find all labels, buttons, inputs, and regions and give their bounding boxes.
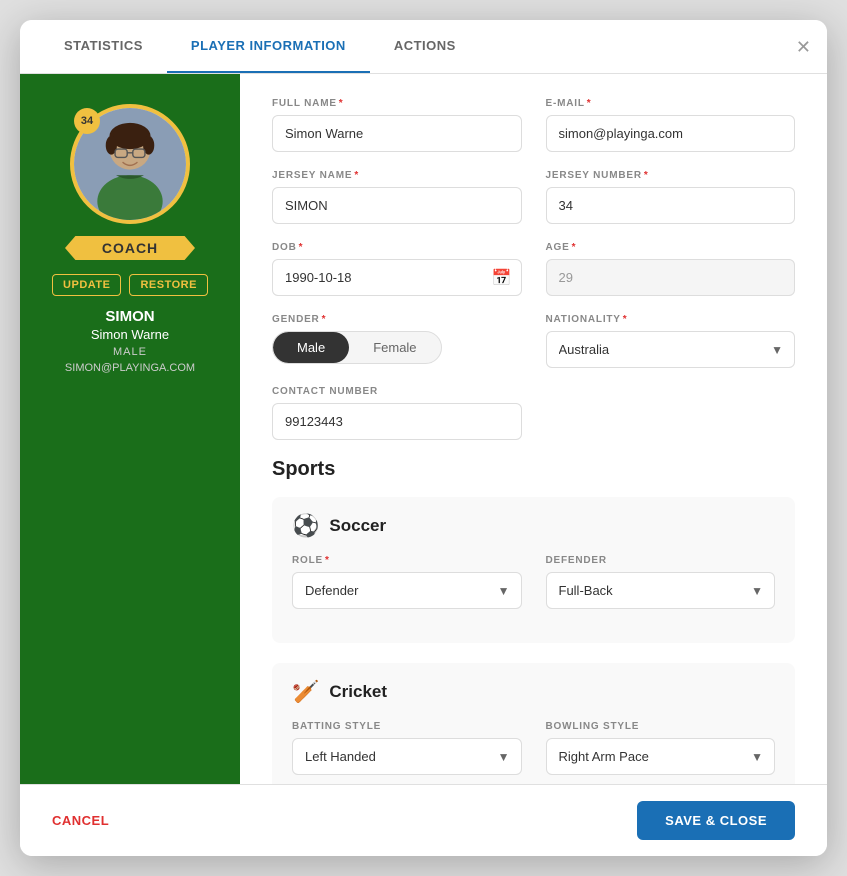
- tab-actions[interactable]: ACTIONS: [370, 20, 480, 73]
- gender-female-btn[interactable]: Female: [349, 332, 440, 363]
- soccer-name: Soccer: [329, 516, 386, 536]
- age-group: AGE*: [546, 242, 796, 296]
- nationality-select[interactable]: Australia: [546, 331, 796, 368]
- required-star: *: [325, 555, 330, 566]
- jersey-number-input[interactable]: [546, 187, 796, 224]
- bowling-style-group: BOWLING STYLE Right Arm Pace ▼: [546, 721, 776, 775]
- soccer-role-label: ROLE*: [292, 555, 522, 566]
- sidebar-actions: UPDATE RESTORE: [52, 274, 208, 296]
- required-star: *: [572, 242, 577, 253]
- soccer-role-select-wrapper: Defender ▼: [292, 572, 522, 609]
- full-name-group: FULL NAME*: [272, 98, 522, 152]
- contact-label: CONTACT NUMBER: [272, 386, 522, 397]
- save-close-button[interactable]: SAVE & CLOSE: [637, 801, 795, 840]
- gender-male-btn[interactable]: Male: [273, 332, 349, 363]
- dob-input-wrapper: 📅: [272, 259, 522, 296]
- sidebar-email: SIMON@PLAYINGA.COM: [65, 362, 195, 374]
- required-star: *: [322, 314, 327, 325]
- jersey-name-group: JERSEY NAME*: [272, 170, 522, 224]
- avatar-wrapper: 34: [70, 104, 190, 224]
- batting-style-select[interactable]: Left Handed: [292, 738, 522, 775]
- email-label: E-MAIL*: [546, 98, 796, 109]
- sidebar-fullname: Simon Warne: [91, 327, 169, 342]
- sidebar-username: SIMON: [105, 308, 154, 325]
- gender-group: GENDER* Male Female: [272, 314, 522, 368]
- dob-input[interactable]: [272, 259, 522, 296]
- jersey-number-label: JERSEY NUMBER*: [546, 170, 796, 181]
- dob-group: DOB* 📅: [272, 242, 522, 296]
- cricket-icon: 🏏: [292, 679, 319, 705]
- full-name-input[interactable]: [272, 115, 522, 152]
- soccer-card: ⚽ Soccer ROLE* Defender ▼: [272, 497, 795, 643]
- sidebar: 34: [20, 74, 240, 784]
- required-star: *: [339, 98, 344, 109]
- required-star: *: [644, 170, 649, 181]
- form-row-contact: CONTACT NUMBER: [272, 386, 795, 440]
- age-label: AGE*: [546, 242, 796, 253]
- dob-label: DOB*: [272, 242, 522, 253]
- nationality-group: NATIONALITY* Australia ▼: [546, 314, 796, 368]
- form-row-gender-nationality: GENDER* Male Female NATIONALITY* Austral…: [272, 314, 795, 368]
- modal: STATISTICS PLAYER INFORMATION ACTIONS ✕ …: [20, 20, 827, 856]
- bowling-style-label: BOWLING STYLE: [546, 721, 776, 732]
- main-content: FULL NAME* E-MAIL* JERSEY NAME*: [240, 74, 827, 784]
- modal-footer: CANCEL SAVE & CLOSE: [20, 784, 827, 856]
- jersey-name-label: JERSEY NAME*: [272, 170, 522, 181]
- cricket-name: Cricket: [329, 682, 387, 702]
- bowling-select-wrapper: Right Arm Pace ▼: [546, 738, 776, 775]
- email-group: E-MAIL*: [546, 98, 796, 152]
- age-input: [546, 259, 796, 296]
- tab-statistics[interactable]: STATISTICS: [40, 20, 167, 73]
- role-banner: COACH: [65, 236, 195, 260]
- jersey-name-input[interactable]: [272, 187, 522, 224]
- bowling-style-select[interactable]: Right Arm Pace: [546, 738, 776, 775]
- required-star: *: [587, 98, 592, 109]
- modal-body: 34: [20, 74, 827, 784]
- close-button[interactable]: ✕: [796, 38, 811, 56]
- soccer-position-select[interactable]: Full-Back: [546, 572, 776, 609]
- required-star: *: [299, 242, 304, 253]
- nationality-select-wrapper: Australia ▼: [546, 331, 796, 368]
- cancel-button[interactable]: CANCEL: [52, 813, 109, 828]
- contact-group: CONTACT NUMBER: [272, 386, 522, 440]
- soccer-header: ⚽ Soccer: [292, 513, 775, 539]
- sidebar-gender: MALE: [113, 346, 147, 358]
- batting-select-wrapper: Left Handed ▼: [292, 738, 522, 775]
- batting-style-group: BATTING STYLE Left Handed ▼: [292, 721, 522, 775]
- soccer-icon: ⚽: [292, 513, 319, 539]
- tab-player-information[interactable]: PLAYER INFORMATION: [167, 20, 370, 73]
- jersey-badge: 34: [74, 108, 100, 134]
- cricket-form-row: BATTING STYLE Left Handed ▼ BOWLING STYL…: [292, 721, 775, 775]
- soccer-role-group: ROLE* Defender ▼: [292, 555, 522, 609]
- soccer-position-group: DEFENDER Full-Back ▼: [546, 555, 776, 609]
- required-star: *: [623, 314, 628, 325]
- contact-input[interactable]: [272, 403, 522, 440]
- nationality-label: NATIONALITY*: [546, 314, 796, 325]
- full-name-label: FULL NAME*: [272, 98, 522, 109]
- gender-label: GENDER*: [272, 314, 522, 325]
- calendar-icon[interactable]: 📅: [492, 268, 512, 288]
- soccer-position-select-wrapper: Full-Back ▼: [546, 572, 776, 609]
- jersey-number-group: JERSEY NUMBER*: [546, 170, 796, 224]
- soccer-role-select[interactable]: Defender: [292, 572, 522, 609]
- form-row-dob-age: DOB* 📅 AGE*: [272, 242, 795, 296]
- gender-toggle: Male Female: [272, 331, 442, 364]
- restore-button[interactable]: RESTORE: [129, 274, 207, 296]
- soccer-form-row: ROLE* Defender ▼ DEFENDER: [292, 555, 775, 609]
- update-button[interactable]: UPDATE: [52, 274, 121, 296]
- tabs-bar: STATISTICS PLAYER INFORMATION ACTIONS ✕: [20, 20, 827, 74]
- cricket-card: 🏏 Cricket BATTING STYLE Left Handed ▼: [272, 663, 795, 784]
- soccer-position-label: DEFENDER: [546, 555, 776, 566]
- batting-style-label: BATTING STYLE: [292, 721, 522, 732]
- form-row-jersey: JERSEY NAME* JERSEY NUMBER*: [272, 170, 795, 224]
- sports-section-title: Sports: [272, 458, 795, 481]
- form-row-name-email: FULL NAME* E-MAIL*: [272, 98, 795, 152]
- email-input[interactable]: [546, 115, 796, 152]
- cricket-header: 🏏 Cricket: [292, 679, 775, 705]
- required-star: *: [354, 170, 359, 181]
